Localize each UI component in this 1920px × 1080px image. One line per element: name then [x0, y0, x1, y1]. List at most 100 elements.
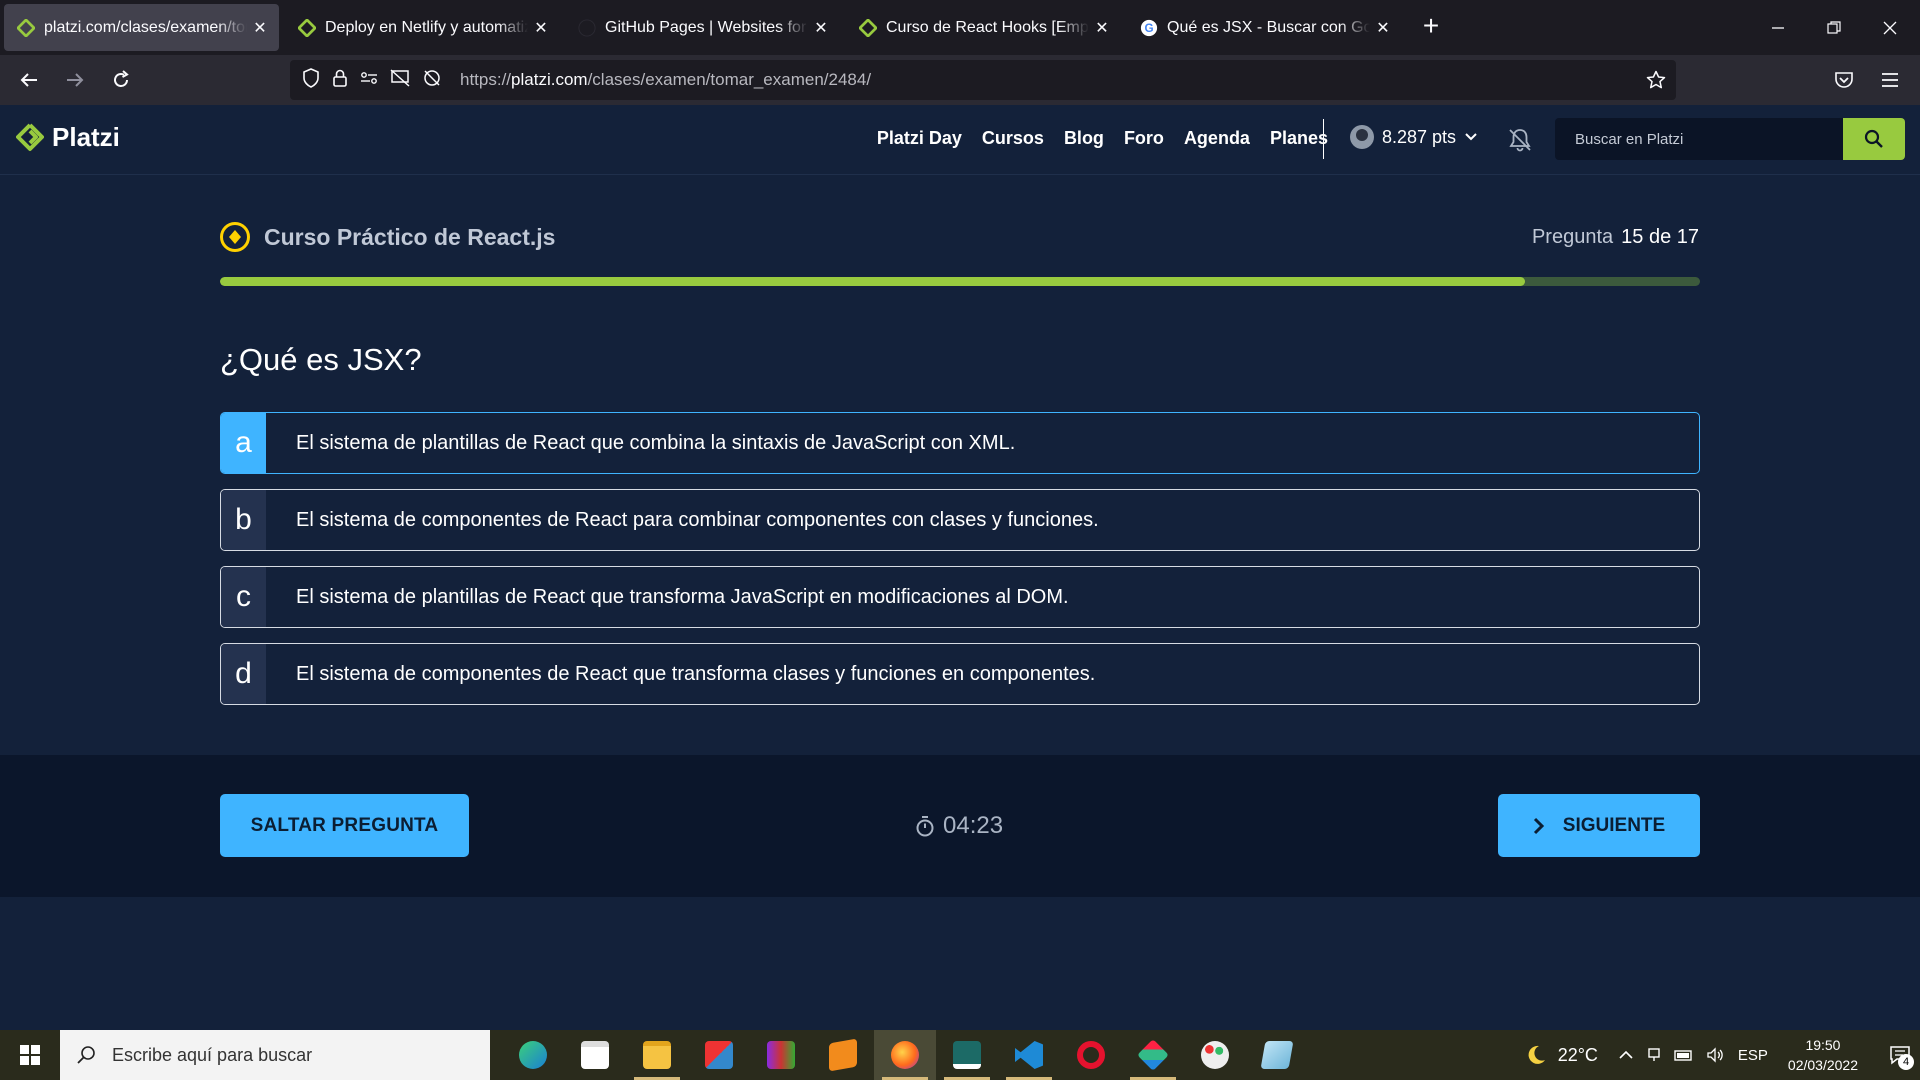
taskbar-firefox[interactable]: [874, 1030, 936, 1080]
clock-date: 02/03/2022: [1787, 1057, 1858, 1073]
menu-item-blog[interactable]: Blog: [1064, 128, 1104, 149]
shield-icon[interactable]: [302, 67, 320, 93]
taskbar-paint[interactable]: [1184, 1030, 1246, 1080]
lock-icon[interactable]: [332, 68, 348, 93]
chevron-right-icon: [1533, 817, 1544, 834]
blocked-tracker-icon[interactable]: [422, 69, 442, 92]
menu-item-cursos[interactable]: Cursos: [982, 128, 1044, 149]
system-tray: 22°C ESP 19:50 02/03/2022 4: [1524, 1030, 1920, 1080]
bookmark-star-icon[interactable]: [1644, 68, 1668, 92]
pocket-icon[interactable]: [1827, 63, 1861, 97]
taskbar-clock[interactable]: 19:50 02/03/2022: [1788, 1035, 1858, 1075]
close-tab-icon[interactable]: ✕: [251, 18, 269, 38]
menu-item-agenda[interactable]: Agenda: [1184, 128, 1250, 149]
answer-letter: a: [221, 413, 266, 473]
taskbar-notes[interactable]: [1246, 1030, 1308, 1080]
stopwatch-icon: [916, 816, 934, 837]
taskbar-git[interactable]: [1122, 1030, 1184, 1080]
site-search: [1555, 118, 1905, 160]
course-badge-icon: [220, 222, 250, 252]
windows-start-button[interactable]: [0, 1030, 60, 1080]
reload-button[interactable]: [104, 63, 138, 97]
answer-option-d[interactable]: d El sistema de componentes de React que…: [220, 643, 1700, 705]
language-indicator[interactable]: ESP: [1738, 1047, 1768, 1064]
weather-widget[interactable]: 22°C: [1524, 1043, 1598, 1067]
taskbar-edge[interactable]: [502, 1030, 564, 1080]
new-tab-button[interactable]: +: [1416, 12, 1446, 42]
network-icon[interactable]: [1646, 1047, 1662, 1063]
site-search-input[interactable]: [1555, 118, 1843, 160]
taskbar-file-explorer[interactable]: [626, 1030, 688, 1080]
minimize-button[interactable]: [1750, 0, 1806, 55]
back-button[interactable]: [12, 63, 46, 97]
taskbar-sublime[interactable]: [812, 1030, 874, 1080]
menu-item-foro[interactable]: Foro: [1124, 128, 1164, 149]
volume-icon[interactable]: [1706, 1047, 1724, 1063]
close-tab-icon[interactable]: ✕: [1374, 18, 1392, 38]
next-question-button[interactable]: SIGUIENTE: [1498, 794, 1700, 857]
browser-tab-3[interactable]: GitHub Pages | Websites for you ✕: [565, 4, 840, 51]
search-icon: [1864, 129, 1883, 148]
tray-icons: [1618, 1047, 1724, 1063]
taskbar-search[interactable]: Escribe aquí para buscar: [60, 1030, 490, 1080]
browser-tab-4[interactable]: Curso de React Hooks [Empieza ✕: [846, 4, 1121, 51]
taskbar-terminal[interactable]: [936, 1030, 998, 1080]
blocked-screen-icon[interactable]: [390, 68, 410, 92]
skip-question-button[interactable]: SALTAR PREGUNTA: [220, 794, 469, 857]
notification-center-button[interactable]: 4: [1880, 1030, 1920, 1080]
folder-icon: [643, 1041, 671, 1069]
answer-option-a[interactable]: a El sistema de plantillas de React que …: [220, 412, 1700, 474]
exam-progress-bar: [220, 277, 1700, 286]
close-window-button[interactable]: [1862, 0, 1918, 55]
question-counter: Pregunta 15 de 17: [1532, 226, 1699, 249]
tab-title: Curso de React Hooks [Empieza: [886, 18, 1089, 36]
browser-tab-5[interactable]: G Qué es JSX - Buscar con Google ✕: [1127, 4, 1402, 51]
answer-option-c[interactable]: c El sistema de plantillas de React que …: [220, 566, 1700, 628]
chevron-up-icon[interactable]: [1618, 1047, 1634, 1063]
menu-item-platzi-day[interactable]: Platzi Day: [877, 128, 962, 149]
browser-tab-2[interactable]: Deploy en Netlify y automatización ✕: [285, 4, 560, 51]
answer-letter: b: [221, 490, 266, 550]
moon-icon: [1528, 1045, 1545, 1064]
notifications-off-icon[interactable]: [1507, 127, 1533, 153]
paint-icon: [1201, 1041, 1229, 1069]
taskbar-vscode[interactable]: [998, 1030, 1060, 1080]
main-menu: Platzi Day Cursos Blog Foro Agenda Plane…: [877, 128, 1328, 149]
url-path: /clases/examen/tomar_examen/2484/: [587, 70, 872, 89]
store-icon: [581, 1041, 609, 1069]
menu-divider: [1323, 119, 1324, 159]
taskbar-apps: [502, 1030, 1308, 1080]
restore-button[interactable]: [1806, 0, 1862, 55]
tab-title: Deploy en Netlify y automatización: [325, 18, 528, 36]
address-bar[interactable]: https://platzi.com/clases/examen/tomar_e…: [290, 60, 1676, 100]
question-counter-label: Pregunta: [1531, 226, 1614, 248]
timer-value: 04:23: [943, 812, 1004, 839]
search-button[interactable]: [1843, 118, 1905, 160]
taskbar-app-4[interactable]: [688, 1030, 750, 1080]
browser-tab-1[interactable]: platzi.com/clases/examen/tomar_examen/24…: [4, 4, 279, 51]
user-points-dropdown[interactable]: 8.287 pts: [1350, 125, 1478, 149]
question-text: ¿Qué es JSX?: [220, 342, 422, 377]
terminal-icon: [953, 1041, 981, 1069]
close-tab-icon[interactable]: ✕: [1093, 18, 1111, 38]
platzi-icon: [16, 18, 36, 38]
windows-logo-icon: [20, 1045, 40, 1065]
taskbar-winrar[interactable]: [750, 1030, 812, 1080]
answer-option-b[interactable]: b El sistema de componentes de React par…: [220, 489, 1700, 551]
media-app-icon: [705, 1041, 733, 1069]
taskbar-store[interactable]: [564, 1030, 626, 1080]
permissions-icon[interactable]: [360, 69, 378, 92]
url-text[interactable]: https://platzi.com/clases/examen/tomar_e…: [460, 70, 871, 90]
platzi-logo[interactable]: Platzi: [16, 122, 120, 153]
browser-nav-bar: https://platzi.com/clases/examen/tomar_e…: [0, 55, 1920, 105]
taskbar-opera[interactable]: [1060, 1030, 1122, 1080]
opera-icon: [1077, 1041, 1105, 1069]
menu-item-planes[interactable]: Planes: [1270, 128, 1328, 149]
close-tab-icon[interactable]: ✕: [532, 18, 550, 38]
close-tab-icon[interactable]: ✕: [812, 18, 830, 38]
battery-icon[interactable]: [1674, 1047, 1694, 1063]
temperature: 22°C: [1557, 1044, 1598, 1065]
forward-button[interactable]: [58, 63, 92, 97]
site-header: Platzi Platzi Day Cursos Blog Foro Agend…: [0, 105, 1920, 175]
hamburger-menu-icon[interactable]: [1873, 63, 1907, 97]
